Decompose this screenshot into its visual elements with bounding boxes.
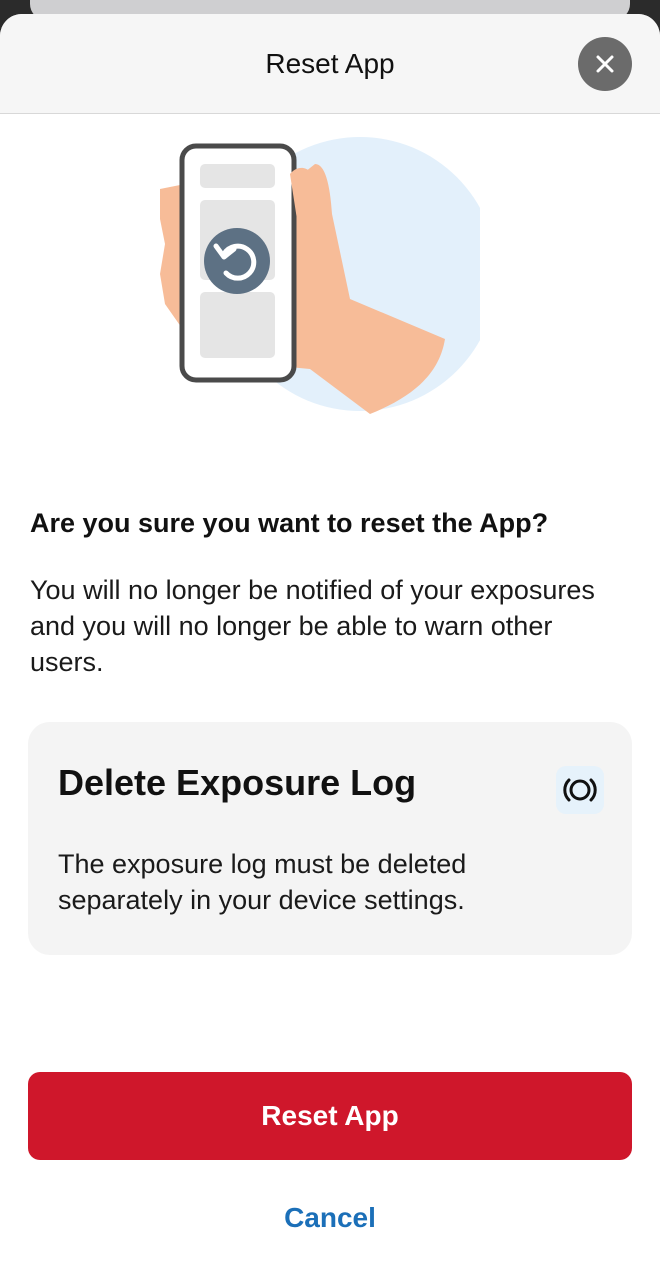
card-title: Delete Exposure Log xyxy=(58,762,417,803)
page-title: Reset App xyxy=(265,48,395,79)
phone-block-top xyxy=(200,164,275,188)
close-button[interactable] xyxy=(578,37,632,91)
delete-exposure-log-card: Delete Exposure Log The exposure log mus… xyxy=(28,722,632,955)
cancel-button[interactable]: Cancel xyxy=(0,1202,660,1234)
reset-question: Are you sure you want to reset the App? xyxy=(30,508,549,538)
sheet-header: Reset App xyxy=(0,14,660,114)
phone-block-bottom xyxy=(200,292,275,358)
reset-app-button[interactable]: Reset App xyxy=(28,1072,632,1160)
reset-icon xyxy=(204,228,270,294)
reset-app-sheet: Reset App Are you sure you want to reset… xyxy=(0,14,660,1280)
close-icon xyxy=(596,55,614,73)
card-description: The exposure log must be deleted separat… xyxy=(58,849,467,915)
reset-phone-illustration xyxy=(160,137,480,414)
reset-description: You will no longer be notified of your e… xyxy=(30,575,595,677)
exposure-notification-icon xyxy=(556,766,604,814)
